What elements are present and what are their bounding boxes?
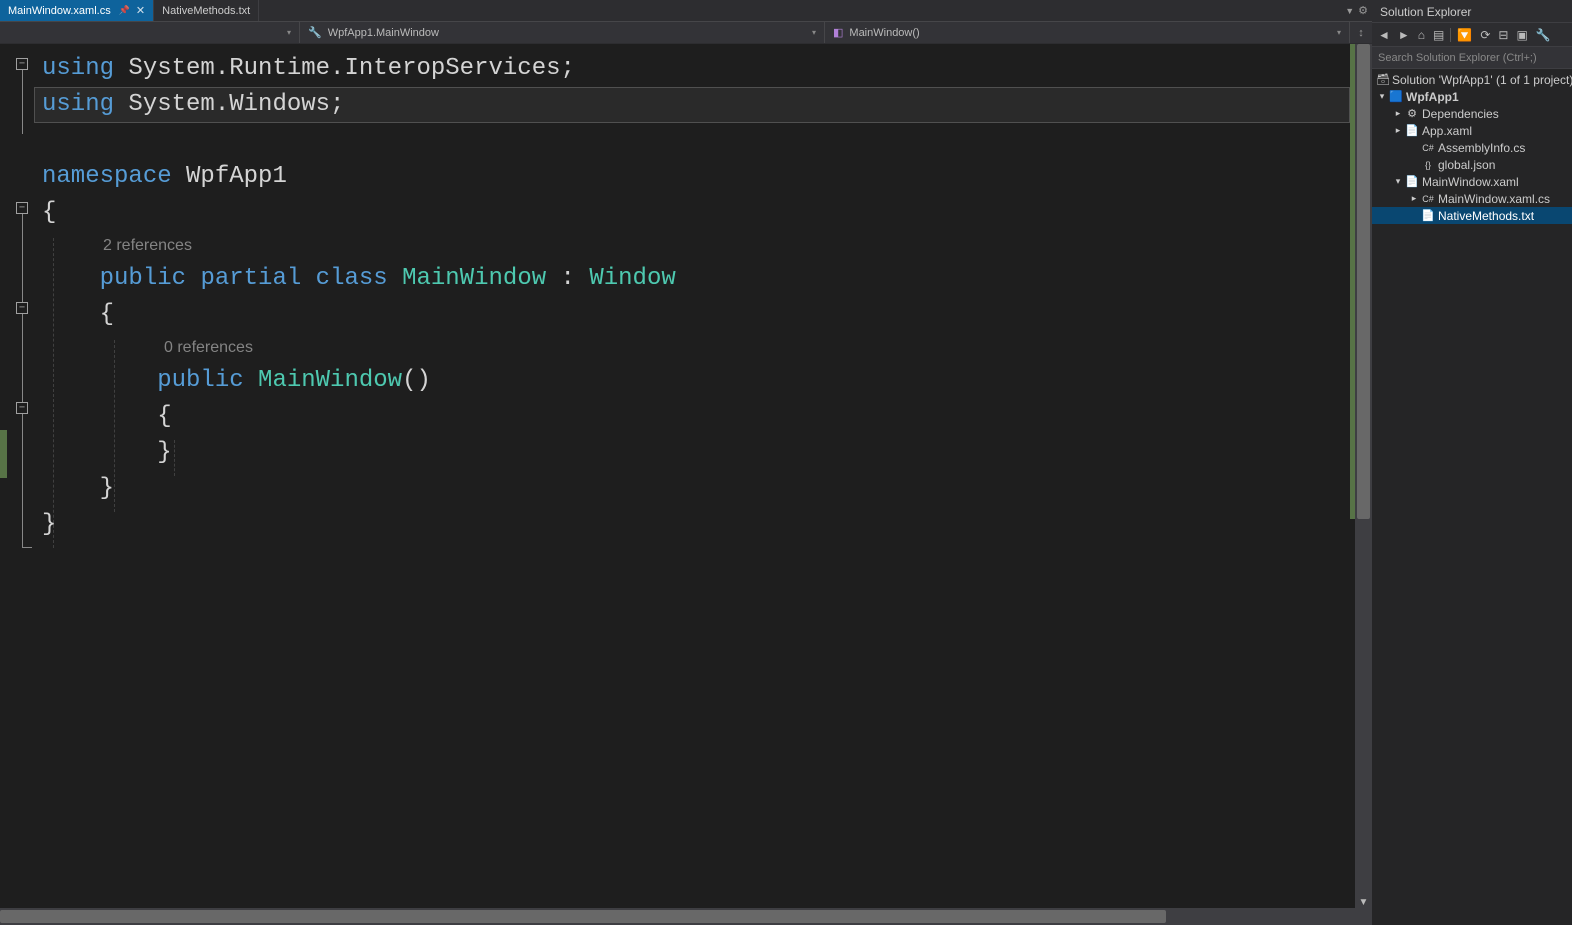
fold-toggle[interactable]: − bbox=[16, 58, 28, 70]
sync-icon[interactable]: ⟳ bbox=[1478, 26, 1492, 44]
text-editor[interactable]: − − − − using System.Runtime.InteropServ… bbox=[0, 44, 1372, 908]
project-scope-combo[interactable]: ▾ bbox=[0, 22, 300, 43]
tree-node[interactable]: 📄NativeMethods.txt bbox=[1372, 207, 1572, 224]
tree-node[interactable]: ▸⚙Dependencies bbox=[1372, 105, 1572, 122]
codelens-label[interactable]: 0 references bbox=[34, 333, 1350, 363]
member-scope-combo[interactable]: ◧ MainWindow() ▾ bbox=[825, 22, 1350, 43]
expander-icon[interactable]: ▸ bbox=[1392, 125, 1404, 136]
tree-node[interactable]: ▾📄MainWindow.xaml bbox=[1372, 173, 1572, 190]
solution-explorer-search[interactable]: Search Solution Explorer (Ctrl+;) bbox=[1372, 47, 1572, 69]
txt-icon: 📄 bbox=[1420, 209, 1436, 222]
split-horizontal-icon[interactable]: ↕ bbox=[1350, 22, 1372, 43]
code-line[interactable]: using System.Windows; bbox=[34, 87, 1350, 123]
home-icon[interactable]: ⌂ bbox=[1416, 26, 1427, 44]
tree-node-label: MainWindow.xaml bbox=[1422, 175, 1519, 189]
panel-title-bar[interactable]: Solution Explorer bbox=[1372, 1, 1572, 23]
tab-label: MainWindow.xaml.cs bbox=[8, 5, 111, 17]
scrollbar-thumb[interactable] bbox=[1357, 44, 1370, 519]
nav-combo-label: MainWindow() bbox=[849, 27, 919, 39]
tree-node-label: NativeMethods.txt bbox=[1438, 209, 1534, 223]
tree-node[interactable]: {}global.json bbox=[1372, 156, 1572, 173]
code-line[interactable]: using System.Runtime.InteropServices; bbox=[34, 51, 1350, 87]
tab-label: NativeMethods.txt bbox=[162, 5, 250, 17]
expander-icon[interactable]: ▸ bbox=[1392, 108, 1404, 119]
xaml-icon: 📄 bbox=[1404, 175, 1420, 188]
tree-node-label: Dependencies bbox=[1422, 107, 1499, 121]
collapse-all-icon[interactable]: ⊟ bbox=[1496, 26, 1510, 44]
tree-node-label: WpfApp1 bbox=[1406, 90, 1459, 104]
search-placeholder: Search Solution Explorer (Ctrl+;) bbox=[1378, 52, 1537, 64]
fold-toggle[interactable]: − bbox=[16, 202, 28, 214]
active-files-dropdown-icon[interactable]: ▼ bbox=[1345, 6, 1354, 16]
horizontal-scrollbar[interactable] bbox=[0, 908, 1372, 925]
tree-node-label: MainWindow.xaml.cs bbox=[1438, 192, 1550, 206]
json-icon: {} bbox=[1420, 160, 1436, 170]
tree-node[interactable]: C#AssemblyInfo.cs bbox=[1372, 139, 1572, 156]
sln-icon: 🗃 bbox=[1376, 73, 1390, 86]
properties-icon[interactable]: 🔧 bbox=[1534, 26, 1553, 44]
back-icon[interactable]: ◄ bbox=[1376, 26, 1392, 44]
expander-icon[interactable]: ▾ bbox=[1376, 91, 1388, 102]
code-line bbox=[34, 123, 1350, 159]
code-line[interactable]: namespace WpfApp1 bbox=[34, 159, 1350, 195]
chevron-down-icon: ▾ bbox=[287, 28, 291, 37]
chevron-down-icon: ▾ bbox=[1337, 28, 1341, 37]
tree-node-label: App.xaml bbox=[1422, 124, 1472, 138]
wrench-icon: 🔧 bbox=[308, 26, 322, 39]
filter-icon[interactable]: 🔽 bbox=[1455, 26, 1474, 44]
code-surface[interactable]: using System.Runtime.InteropServices;usi… bbox=[34, 44, 1350, 908]
type-scope-combo[interactable]: 🔧 WpfApp1.MainWindow ▾ bbox=[300, 22, 825, 43]
code-line[interactable]: public partial class MainWindow : Window bbox=[34, 261, 1350, 297]
tree-node[interactable]: 🗃Solution 'WpfApp1' (1 of 1 project) bbox=[1372, 71, 1572, 88]
xaml-icon: 📄 bbox=[1404, 124, 1420, 137]
method-icon: ◧ bbox=[833, 26, 843, 39]
code-navigation-bar: ▾ 🔧 WpfApp1.MainWindow ▾ ◧ MainWindow() … bbox=[0, 21, 1372, 44]
solution-tree[interactable]: 🗃Solution 'WpfApp1' (1 of 1 project)▾🟦Wp… bbox=[1372, 69, 1572, 925]
tree-node[interactable]: ▸C#MainWindow.xaml.cs bbox=[1372, 190, 1572, 207]
vertical-scrollbar[interactable]: ▲ ▼ bbox=[1355, 44, 1372, 908]
code-line[interactable]: { bbox=[34, 399, 1350, 435]
tree-node-label: Solution 'WpfApp1' (1 of 1 project) bbox=[1392, 73, 1572, 87]
scrollbar-thumb[interactable] bbox=[0, 910, 1166, 923]
forward-icon[interactable]: ► bbox=[1396, 26, 1412, 44]
tree-node[interactable]: ▾🟦WpfApp1 bbox=[1372, 88, 1572, 105]
solution-explorer-toolbar: ◄ ► ⌂ ▤ 🔽 ⟳ ⊟ ▣ 🔧 bbox=[1372, 23, 1572, 47]
dep-icon: ⚙ bbox=[1404, 107, 1420, 120]
cs-icon: C# bbox=[1420, 143, 1436, 153]
outlining-margin[interactable]: − − − − bbox=[7, 44, 34, 908]
tree-node[interactable]: ▸📄App.xaml bbox=[1372, 122, 1572, 139]
proj-icon: 🟦 bbox=[1388, 90, 1404, 103]
code-line[interactable]: } bbox=[34, 507, 1350, 543]
tree-node-label: AssemblyInfo.cs bbox=[1438, 141, 1525, 155]
fold-toggle[interactable]: − bbox=[16, 402, 28, 414]
document-tabstrip: MainWindow.xaml.cs 📌 ✕ NativeMethods.txt… bbox=[0, 0, 1372, 21]
tab-mainwindow-xaml-cs[interactable]: MainWindow.xaml.cs 📌 ✕ bbox=[0, 0, 154, 21]
code-line[interactable]: { bbox=[34, 195, 1350, 231]
code-line[interactable]: { bbox=[34, 297, 1350, 333]
switch-views-icon[interactable]: ▤ bbox=[1431, 26, 1446, 44]
solution-explorer-panel: Solution Explorer ◄ ► ⌂ ▤ 🔽 ⟳ ⊟ ▣ 🔧 Sear… bbox=[1372, 0, 1572, 925]
gear-icon[interactable]: ⚙ bbox=[1358, 4, 1368, 17]
code-line[interactable]: } bbox=[34, 435, 1350, 471]
nav-combo-label: WpfApp1.MainWindow bbox=[328, 27, 439, 39]
fold-toggle[interactable]: − bbox=[16, 302, 28, 314]
tab-nativemethods-txt[interactable]: NativeMethods.txt bbox=[154, 0, 259, 21]
cs-icon: C# bbox=[1420, 194, 1436, 204]
code-line[interactable]: } bbox=[34, 471, 1350, 507]
codelens-label[interactable]: 2 references bbox=[34, 231, 1350, 261]
chevron-down-icon: ▾ bbox=[812, 28, 816, 37]
pin-icon[interactable]: 📌 bbox=[119, 5, 130, 16]
expander-icon[interactable]: ▸ bbox=[1408, 193, 1420, 204]
show-all-icon[interactable]: ▣ bbox=[1514, 26, 1529, 44]
panel-title: Solution Explorer bbox=[1380, 5, 1471, 19]
code-line[interactable]: public MainWindow() bbox=[34, 363, 1350, 399]
close-icon[interactable]: ✕ bbox=[136, 4, 145, 17]
tree-node-label: global.json bbox=[1438, 158, 1495, 172]
change-indicator-margin bbox=[0, 44, 7, 908]
expander-icon[interactable]: ▾ bbox=[1392, 176, 1404, 187]
